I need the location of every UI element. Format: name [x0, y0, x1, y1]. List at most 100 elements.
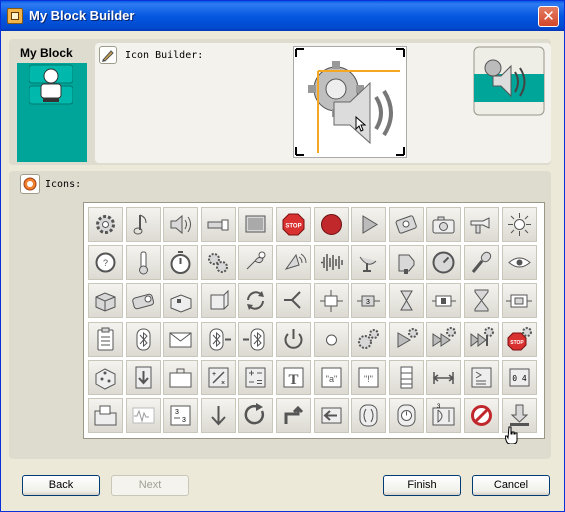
stack-icon[interactable]	[388, 359, 424, 395]
briefcase-icon[interactable]	[163, 359, 199, 395]
myblock-icon	[29, 64, 73, 105]
sun-icon[interactable]	[501, 207, 537, 242]
svg-text:"!": "!"	[364, 374, 373, 384]
box-icon[interactable]	[88, 283, 123, 319]
swap-icon[interactable]: 3	[426, 398, 462, 433]
fast-forward-gear-icon[interactable]	[426, 321, 462, 357]
icon-grid: STOP? 3 STOP + × T "a" "!" 0 4333	[83, 202, 545, 439]
app-icon	[7, 8, 23, 24]
display-icon[interactable]	[238, 207, 274, 242]
quote-a-icon[interactable]: "a"	[313, 359, 349, 395]
counter-icon[interactable]: 0 4	[501, 359, 537, 395]
icons-palette-icon	[20, 174, 40, 194]
eye-icon[interactable]	[501, 245, 537, 281]
clipboard-icon[interactable]	[88, 321, 123, 357]
gear-icon[interactable]	[88, 207, 123, 242]
svg-text:3: 3	[175, 409, 179, 416]
icons-label: Icons:	[45, 179, 82, 190]
lamp-icon[interactable]	[200, 207, 236, 242]
svg-text:STOP: STOP	[510, 340, 524, 346]
block-preview-tile	[473, 46, 545, 116]
reload-icon[interactable]	[238, 398, 274, 433]
finish-button[interactable]: Finish	[383, 475, 461, 496]
bluetooth-send-icon[interactable]	[200, 321, 236, 357]
route-icon[interactable]	[501, 283, 537, 319]
stop-gear-icon[interactable]: STOP	[501, 321, 537, 357]
mail-icon[interactable]	[163, 321, 199, 357]
title-bar[interactable]: My Block Builder ✕	[1, 1, 564, 31]
math-icon[interactable]	[238, 359, 274, 395]
back-button[interactable]: Back	[22, 475, 100, 496]
svg-text:0 4: 0 4	[512, 374, 527, 383]
divide-icon[interactable]: + ×	[200, 359, 236, 395]
play-gear-icon[interactable]	[388, 321, 424, 357]
camera-icon[interactable]	[426, 207, 462, 242]
dot-icon[interactable]	[313, 321, 349, 357]
motor-cube-icon[interactable]	[125, 283, 161, 319]
thermometer-icon[interactable]	[125, 245, 161, 281]
svg-text:×: ×	[221, 380, 225, 387]
speaker-icon[interactable]	[163, 207, 199, 242]
gear-dots-icon[interactable]	[351, 321, 387, 357]
svg-text:?: ?	[103, 258, 108, 268]
compare-icon[interactable]	[464, 359, 499, 395]
dice-icon[interactable]	[88, 359, 123, 395]
loudspeaker-icon[interactable]	[388, 245, 424, 281]
satellite-icon[interactable]	[276, 245, 311, 281]
bluetooth-receive-icon[interactable]	[238, 321, 274, 357]
hourglass-icon[interactable]	[388, 283, 424, 319]
svg-text:"a": "a"	[325, 374, 336, 384]
pencil-icon	[99, 46, 117, 64]
cancel-button[interactable]: Cancel	[472, 475, 550, 496]
stopwatch-icon[interactable]	[163, 245, 199, 281]
close-button[interactable]: ✕	[538, 6, 559, 27]
numbers-icon[interactable]: 33	[163, 398, 199, 433]
orb-icon[interactable]	[351, 398, 387, 433]
gears-icon[interactable]	[200, 245, 236, 281]
hand-cursor-icon	[505, 426, 518, 444]
wave-icon[interactable]	[125, 398, 161, 433]
clock-orb-icon[interactable]	[388, 398, 424, 433]
svg-text:3: 3	[366, 299, 370, 306]
no-icon[interactable]	[464, 398, 499, 433]
range-icon[interactable]	[426, 359, 462, 395]
power-icon[interactable]	[276, 321, 311, 357]
svg-text:STOP: STOP	[285, 224, 301, 230]
dish-icon[interactable]	[351, 245, 387, 281]
motor-icon[interactable]	[388, 207, 424, 242]
play-icon[interactable]	[351, 207, 387, 242]
meter-icon[interactable]	[426, 245, 462, 281]
hourglass2-icon[interactable]	[464, 283, 499, 319]
note-icon[interactable]	[125, 207, 161, 242]
block-icon[interactable]	[163, 283, 199, 319]
turn-icon[interactable]	[276, 398, 311, 433]
back-arrow-icon[interactable]	[313, 398, 349, 433]
svg-text:+: +	[212, 371, 216, 378]
microphone-icon[interactable]	[464, 245, 499, 281]
branch-icon[interactable]	[276, 283, 311, 319]
down-arrow-icon[interactable]	[125, 359, 161, 395]
switch-icon[interactable]	[426, 283, 462, 319]
bluetooth-icon[interactable]	[125, 321, 161, 357]
next-button[interactable]: Next	[111, 475, 189, 496]
ports2-icon[interactable]: 3	[351, 283, 387, 319]
icon-builder-canvas[interactable]	[293, 46, 407, 158]
touch-icon[interactable]	[238, 245, 274, 281]
svg-text:3: 3	[182, 417, 186, 424]
cube-icon[interactable]	[200, 283, 236, 319]
myblock-label: My Block	[20, 46, 73, 60]
record-icon[interactable]	[313, 207, 349, 242]
text-icon[interactable]: T	[276, 359, 311, 395]
window-title: My Block Builder	[29, 8, 135, 23]
folder-icon[interactable]	[88, 398, 123, 433]
quote-icon[interactable]: "!"	[351, 359, 387, 395]
ports-icon[interactable]	[313, 283, 349, 319]
flashlight-icon[interactable]	[464, 207, 499, 242]
refresh-icon[interactable]	[238, 283, 274, 319]
sound-wave-icon[interactable]	[313, 245, 349, 281]
rotation-icon[interactable]: ?	[88, 245, 123, 281]
svg-text:T: T	[288, 372, 298, 388]
arrow-down-icon[interactable]	[200, 398, 236, 433]
skip-gear-icon[interactable]	[464, 321, 499, 357]
stop-sign-icon[interactable]: STOP	[276, 207, 311, 242]
